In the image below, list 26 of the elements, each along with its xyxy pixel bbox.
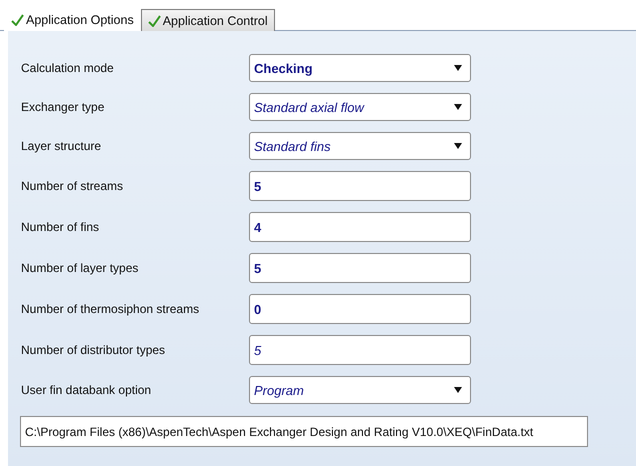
field-label: Number of layer types (21, 261, 140, 275)
field-label: Number of distributor types (21, 343, 166, 357)
input-field[interactable]: 5 (249, 171, 471, 201)
input-field[interactable]: 5 (249, 335, 471, 365)
dropdown[interactable]: Standard fins (249, 132, 471, 160)
caret-icon (454, 65, 462, 71)
field-label: Number of thermosiphon streams (21, 302, 200, 316)
field-label: User fin databank option (21, 383, 152, 397)
field-label: Number of fins (21, 220, 100, 234)
dropdown[interactable]: Standard axial flow (249, 93, 471, 121)
tab[interactable]: Application Control (140, 9, 275, 31)
file-path-field[interactable]: C:\Program Files (x86)\AspenTech\Aspen Exchanger Design and Rating V10.0\XEQ\FinData.txt (20, 416, 588, 447)
caret-icon (454, 387, 462, 393)
field-label: Exchanger type (21, 100, 106, 114)
dropdown[interactable]: Checking (249, 54, 471, 82)
field-label: Calculation mode (21, 61, 115, 75)
input-field[interactable]: 0 (249, 294, 471, 324)
field-label: Layer structure (21, 139, 102, 153)
input-field[interactable]: 4 (249, 212, 471, 242)
field-label: Number of streams (21, 179, 124, 193)
check-icon (11, 14, 24, 26)
input-field[interactable]: 5 (249, 253, 471, 283)
check-icon (148, 14, 161, 26)
caret-icon (454, 143, 462, 149)
caret-icon (454, 104, 462, 110)
dropdown[interactable]: Program (249, 376, 471, 404)
